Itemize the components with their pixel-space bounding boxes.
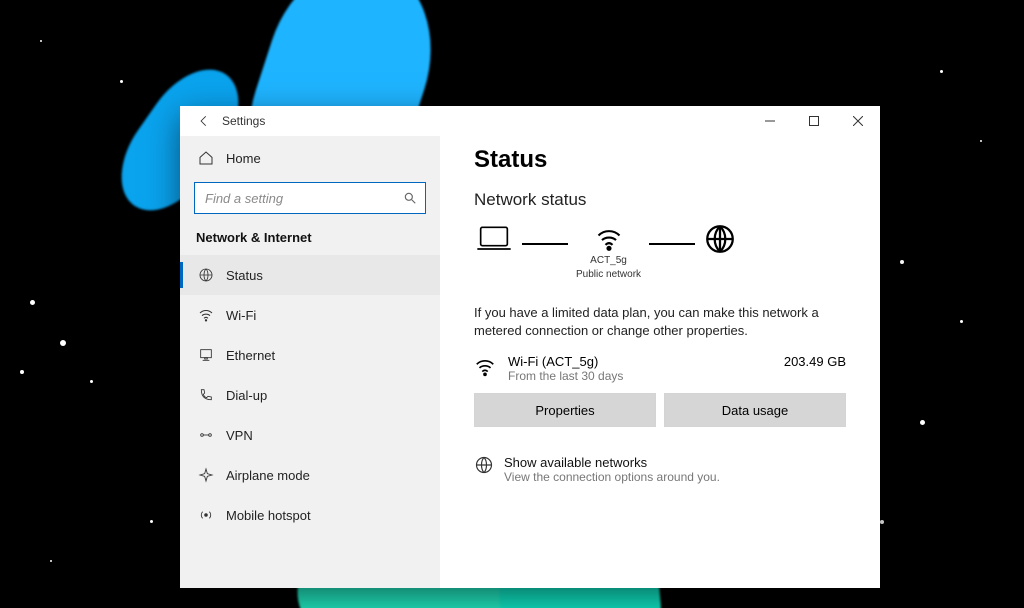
show-available-networks[interactable]: Show available networks View the connect… — [474, 455, 846, 484]
sidebar-home-label: Home — [226, 151, 261, 166]
sidebar-item-label: Ethernet — [226, 348, 275, 363]
sidebar-item-label: Status — [226, 268, 263, 283]
wifi-icon — [592, 225, 626, 253]
available-networks-sub: View the connection options around you. — [504, 470, 720, 484]
connection-name: Wi-Fi (ACT_5g) — [508, 354, 774, 369]
sidebar: Home Network & Internet Status — [180, 136, 440, 588]
diagram-wifi-name: ACT_5g — [590, 255, 627, 267]
globe-icon — [703, 222, 737, 256]
sidebar-item-label: Dial-up — [226, 388, 267, 403]
diagram-wifi-type: Public network — [576, 269, 641, 281]
sidebar-item-vpn[interactable]: VPN — [180, 415, 440, 455]
properties-button[interactable]: Properties — [474, 393, 656, 427]
search-box[interactable] — [194, 182, 426, 214]
home-icon — [196, 150, 216, 166]
sidebar-items: Status Wi-Fi Ethernet Dial-up — [180, 255, 440, 588]
minimize-button[interactable] — [748, 106, 792, 136]
desktop-wallpaper: Settings Home — [0, 0, 1024, 608]
sidebar-item-status[interactable]: Status — [180, 255, 440, 295]
vpn-icon — [196, 427, 216, 443]
connection-usage: 203.49 GB — [784, 354, 846, 369]
sidebar-item-label: VPN — [226, 428, 253, 443]
data-usage-button[interactable]: Data usage — [664, 393, 846, 427]
settings-window: Settings Home — [180, 106, 880, 588]
globe-icon — [196, 267, 216, 283]
titlebar: Settings — [180, 106, 880, 136]
sidebar-item-hotspot[interactable]: Mobile hotspot — [180, 495, 440, 535]
sidebar-item-label: Mobile hotspot — [226, 508, 311, 523]
close-button[interactable] — [836, 106, 880, 136]
wifi-icon — [196, 307, 216, 323]
network-diagram: ACT_5g Public network — [474, 226, 846, 280]
sidebar-item-label: Airplane mode — [226, 468, 310, 483]
sidebar-item-wifi[interactable]: Wi-Fi — [180, 295, 440, 335]
laptop-icon — [474, 224, 514, 254]
connection-sub: From the last 30 days — [508, 369, 774, 383]
search-icon — [403, 191, 417, 205]
sidebar-item-dialup[interactable]: Dial-up — [180, 375, 440, 415]
available-networks-title: Show available networks — [504, 455, 720, 470]
sidebar-item-airplane[interactable]: Airplane mode — [180, 455, 440, 495]
window-title: Settings — [222, 114, 265, 128]
main-content: Status Network status ACT_5g — [440, 136, 880, 588]
section-title: Network status — [474, 190, 846, 210]
hotspot-icon — [196, 507, 216, 523]
back-button[interactable] — [192, 109, 216, 133]
sidebar-item-label: Wi-Fi — [226, 308, 256, 323]
sidebar-category: Network & Internet — [180, 224, 440, 255]
phone-icon — [196, 387, 216, 403]
globe-icon — [474, 455, 494, 475]
ethernet-icon — [196, 347, 216, 363]
connection-row: Wi-Fi (ACT_5g) From the last 30 days 203… — [474, 354, 846, 383]
search-input[interactable] — [203, 190, 403, 207]
airplane-icon — [196, 467, 216, 483]
metered-description: If you have a limited data plan, you can… — [474, 304, 834, 340]
sidebar-item-ethernet[interactable]: Ethernet — [180, 335, 440, 375]
maximize-button[interactable] — [792, 106, 836, 136]
wifi-icon — [474, 354, 498, 378]
sidebar-home[interactable]: Home — [180, 140, 440, 176]
page-title: Status — [474, 146, 846, 174]
